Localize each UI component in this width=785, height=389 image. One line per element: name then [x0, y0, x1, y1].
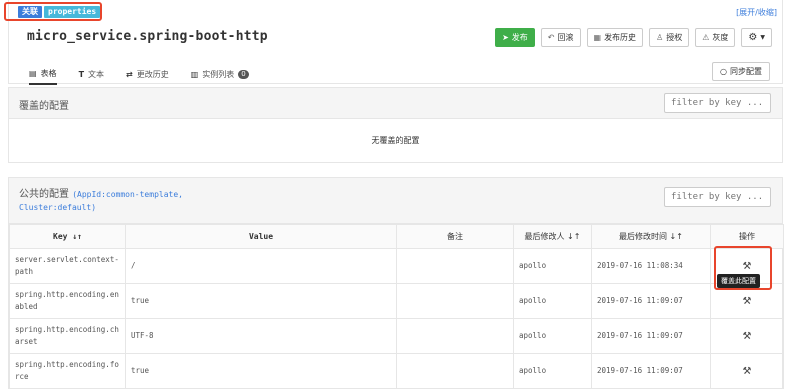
authorize-label: 授权 [666, 33, 683, 42]
cell-time: 2019-07-16 11:09:07 [591, 283, 711, 319]
cell-time: 2019-07-16 11:08:34 [591, 248, 711, 284]
cell-key: spring.http.encoding.force [9, 353, 126, 389]
text-icon: T [78, 70, 85, 79]
gear-icon: ⚙ [748, 32, 758, 43]
cell-value: true [125, 353, 397, 389]
namespace-title: micro_service.spring-boot-http [27, 29, 268, 44]
calendar-icon: ▦ [593, 33, 602, 42]
cell-comment [396, 318, 514, 354]
user-icon: ♙ [656, 33, 664, 42]
action-highlight [714, 246, 772, 290]
namespace-panel: 关联 properties [展开/收缩] micro_service.spri… [8, 0, 783, 85]
cell-key: spring.http.encoding.enabled [9, 283, 126, 319]
rollback-label: 回滚 [557, 33, 574, 42]
badges-highlight [4, 2, 102, 21]
col-modified-time[interactable]: 最后修改时间 ↓↑ [591, 224, 711, 249]
cell-modifier: apollo [513, 283, 592, 319]
tab-change-history[interactable]: ⇄ 更改历史 [126, 68, 169, 85]
override-tools-icon[interactable]: ⚒ [743, 327, 751, 343]
override-config-section: 覆盖的配置 无覆盖的配置 [8, 87, 783, 163]
override-filter-input[interactable] [664, 93, 771, 113]
table-icon: ▤ [29, 69, 37, 78]
tab-instances-label: 实例列表 [202, 70, 235, 79]
public-filter-input[interactable] [664, 187, 771, 207]
gray-label: 灰度 [712, 33, 729, 42]
publish-history-button[interactable]: ▦ 发布历史 [586, 28, 644, 47]
expand-toggle-link[interactable]: [展开/收缩] [736, 7, 777, 18]
appid-info-line2: Cluster:default) [19, 203, 97, 212]
tab-table[interactable]: ▤ 表格 [29, 68, 57, 85]
public-section-header: 公共的配置 (AppId:common-template, Cluster:de… [9, 178, 782, 224]
table-row: spring.http.encoding.force true apollo 2… [9, 353, 784, 389]
list-icon: ▥ [190, 70, 199, 79]
tab-history-label: 更改历史 [136, 70, 169, 79]
cell-modifier: apollo [513, 318, 592, 354]
tab-table-label: 表格 [40, 69, 57, 78]
cell-value: / [125, 248, 397, 284]
public-config-section: 公共的配置 (AppId:common-template, Cluster:de… [8, 177, 784, 389]
cell-comment [396, 353, 514, 389]
override-section-title: 覆盖的配置 [19, 101, 69, 112]
config-table: Key ↓↑ Value 备注 最后修改人 ↓↑ 最后修改时间 ↓↑ 操作 se… [9, 224, 784, 389]
col-modifier[interactable]: 最后修改人 ↓↑ [513, 224, 592, 249]
sync-label: 同步配置 [730, 67, 762, 76]
rollback-button[interactable]: ↶ 回滚 [540, 28, 581, 47]
cell-key: server.servlet.context-path [9, 248, 126, 284]
cell-value: true [125, 283, 397, 319]
appid-info-line1: (AppId:common-template, [72, 190, 183, 199]
warning-icon: ⚠ [702, 33, 710, 42]
table-row: spring.http.encoding.charset UTF-8 apoll… [9, 318, 784, 354]
undo-icon: ↶ [547, 33, 555, 42]
cell-time: 2019-07-16 11:09:07 [591, 318, 711, 354]
table-header-row: Key ↓↑ Value 备注 最后修改人 ↓↑ 最后修改时间 ↓↑ 操作 [9, 224, 784, 249]
history-label: 发布历史 [604, 33, 637, 42]
settings-dropdown-button[interactable]: ⚙ ▼ [741, 28, 772, 47]
col-comment: 备注 [396, 224, 514, 249]
tab-text-label: 文本 [88, 70, 105, 79]
sync-icon: ○ [720, 67, 727, 76]
no-override-message: 无覆盖的配置 [371, 136, 420, 145]
publish-button[interactable]: ➤ 发布 [495, 28, 535, 47]
tab-text[interactable]: T 文本 [79, 68, 104, 85]
override-tools-icon[interactable]: ⚒ [743, 292, 751, 308]
cell-modifier: apollo [513, 353, 592, 389]
public-section-label: 公共的配置 [19, 189, 69, 200]
cell-actions: ⚒ [710, 318, 784, 354]
col-key[interactable]: Key ↓↑ [9, 224, 126, 249]
override-section-header: 覆盖的配置 [9, 88, 782, 119]
cell-actions: ⚒ [710, 353, 784, 389]
history-icon: ⇄ [126, 70, 133, 79]
table-row: spring.http.encoding.enabled true apollo… [9, 283, 784, 319]
authorize-button[interactable]: ♙ 授权 [649, 28, 690, 47]
col-actions: 操作 [710, 224, 784, 249]
chevron-down-icon: ▼ [760, 34, 765, 41]
public-section-title: 公共的配置 (AppId:common-template, Cluster:de… [19, 188, 183, 214]
cell-comment [396, 248, 514, 284]
override-tools-icon[interactable]: ⚒ [743, 362, 751, 378]
send-icon: ➤ [502, 33, 509, 42]
instance-count-badge: 0 [238, 70, 249, 79]
cell-value: UTF-8 [125, 318, 397, 354]
cell-modifier: apollo [513, 248, 592, 284]
cell-time: 2019-07-16 11:09:07 [591, 353, 711, 389]
gray-release-button[interactable]: ⚠ 灰度 [695, 28, 736, 47]
publish-label: 发布 [511, 33, 528, 42]
tab-instance-list[interactable]: ▥ 实例列表 0 [191, 68, 249, 85]
col-value: Value [125, 224, 397, 249]
table-row: server.servlet.context-path / apollo 201… [9, 248, 784, 284]
sync-config-button[interactable]: ○ 同步配置 [712, 62, 770, 81]
view-tabs: ▤ 表格 T 文本 ⇄ 更改历史 ▥ 实例列表 0 [29, 68, 249, 85]
cell-key: spring.http.encoding.charset [9, 318, 126, 354]
toolbar: ➤ 发布 ↶ 回滚 ▦ 发布历史 ♙ 授权 ⚠ 灰度 ⚙ ▼ [495, 28, 772, 47]
cell-comment [396, 283, 514, 319]
